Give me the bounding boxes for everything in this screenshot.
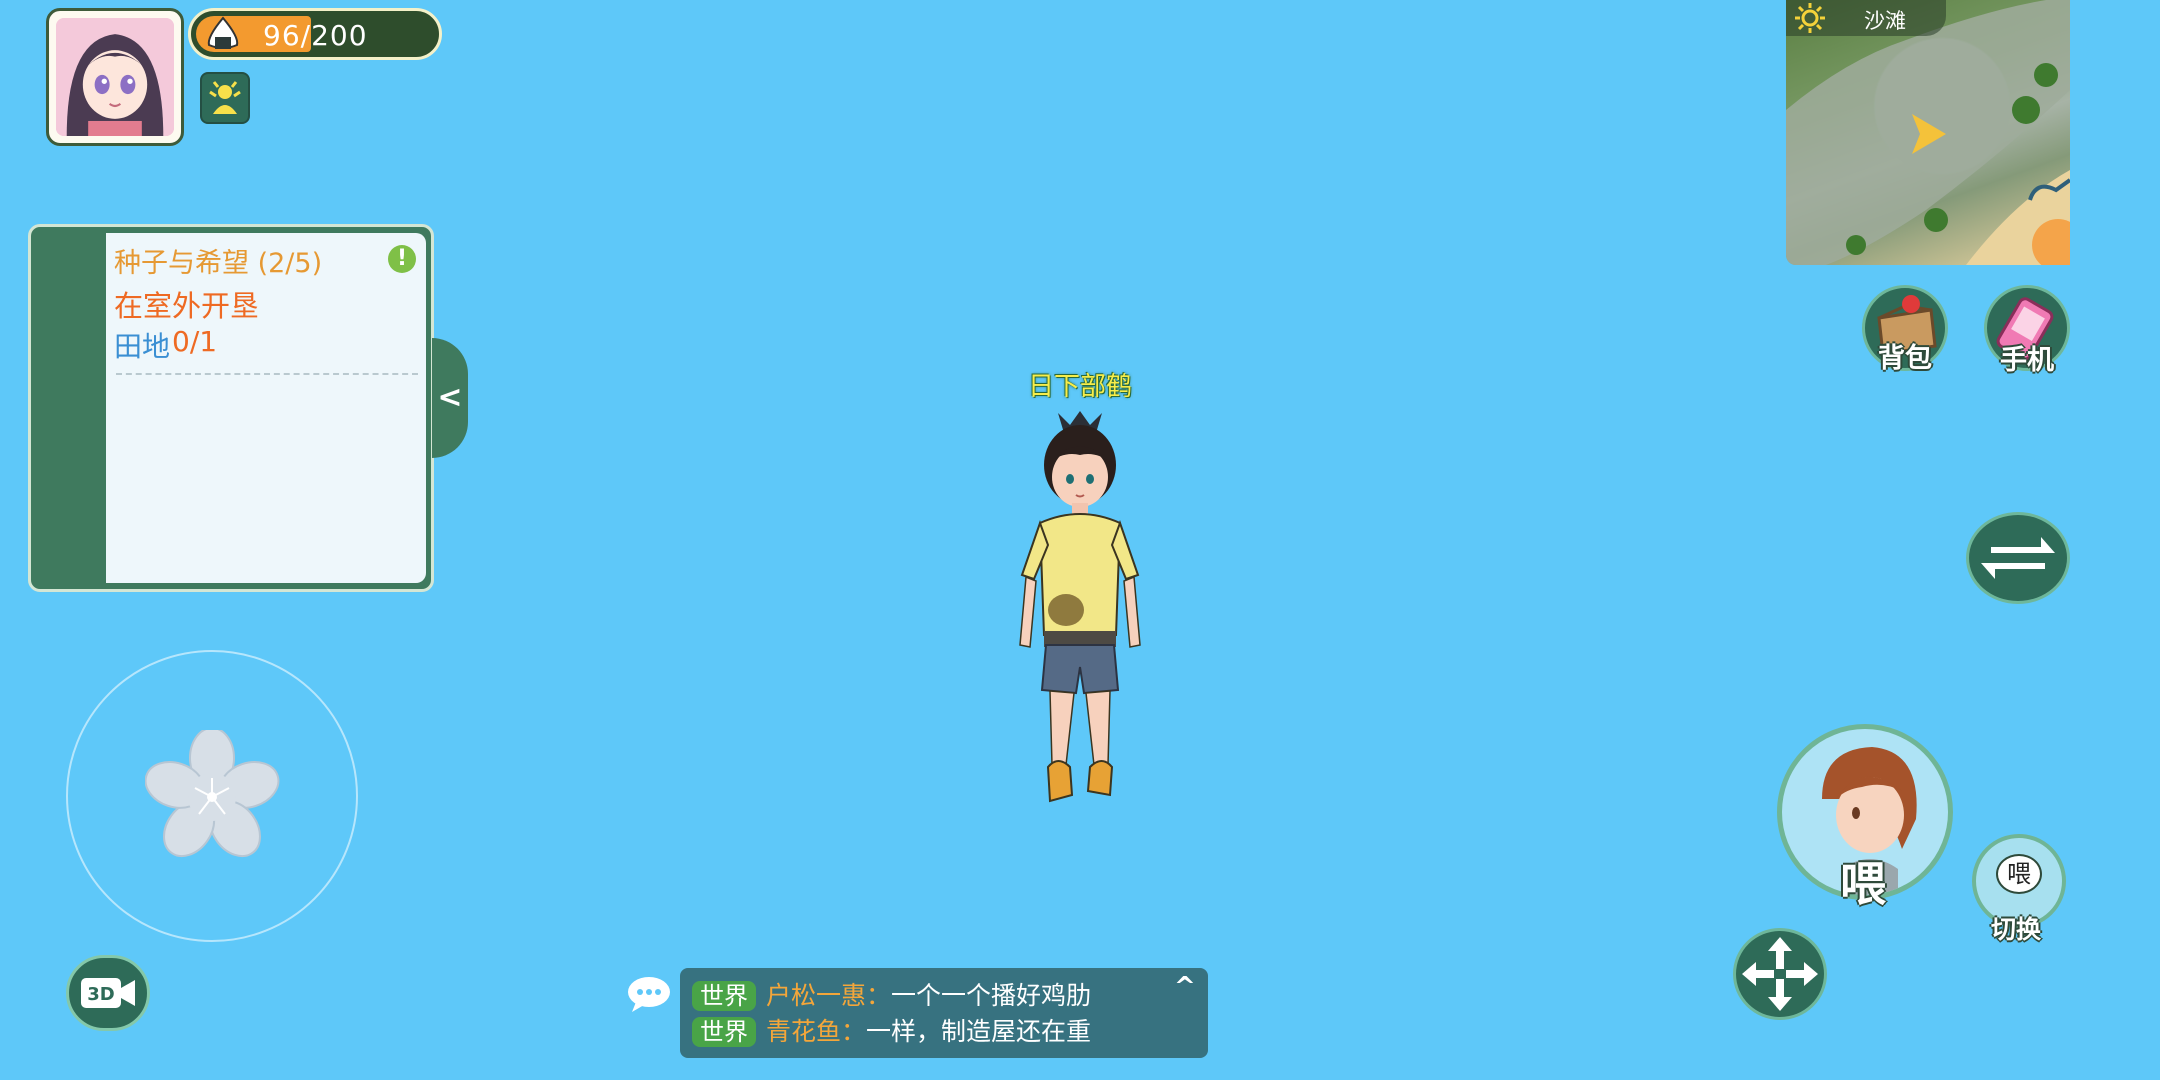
- chat-expand-button[interactable]: ^: [1174, 972, 1196, 1002]
- minimap-area-name: 沙滩: [1864, 9, 1906, 33]
- chat-message: 世界 户松一惠：一个一个播好鸡肋: [692, 976, 1091, 1012]
- chat-text: 一个一个播好鸡肋: [891, 981, 1092, 1010]
- chat-message: 世界 青花鱼：一样，制造屋还在重: [692, 1012, 1091, 1048]
- quest-title: 种子与希望 (2/5): [114, 248, 323, 279]
- quest-step: 在室外开垦: [114, 289, 260, 323]
- chat-box[interactable]: 世界 户松一惠：一个一个播好鸡肋 世界 青花鱼：一样，制造屋还在重 ^: [680, 968, 1208, 1058]
- switch-talk-label: 切换: [1990, 915, 2041, 944]
- swap-arrows-icon: [1981, 537, 2055, 579]
- chat-channel-tag: 世界: [692, 1017, 756, 1047]
- speech-bubble-icon: 喂: [1996, 854, 2042, 894]
- stamina-value: 96/200: [263, 19, 368, 52]
- switch-arrows-button[interactable]: [1966, 512, 2070, 604]
- sakura-joystick-knob-icon[interactable]: [144, 727, 280, 865]
- player-character[interactable]: [1000, 405, 1160, 825]
- chat-sender: 户松一惠：: [766, 981, 892, 1010]
- minimap[interactable]: 沙滩: [1786, 0, 2070, 265]
- talk-label: 喂: [1840, 857, 1886, 911]
- quest-page: 种子与希望 (2/5) ! 在室外开垦 田地 0/1: [106, 233, 426, 583]
- quest-target-label: 田地: [114, 330, 171, 363]
- rice-ball-icon: [203, 15, 243, 53]
- move-arrows-icon: [1742, 937, 1818, 1011]
- chat-sender: 青花鱼：: [766, 1017, 867, 1046]
- camera-3d-button[interactable]: 3D: [66, 955, 150, 1031]
- chat-text: 一样，制造屋还在重: [866, 1017, 1092, 1046]
- quest-divider: [116, 373, 418, 375]
- sun-icon: [1794, 2, 1826, 34]
- phone-label: 手机: [2000, 345, 2054, 376]
- quest-collapse-button[interactable]: <: [432, 338, 468, 458]
- player-position-arrow-icon: [1908, 112, 1948, 156]
- chat-channel-tag: 世界: [692, 981, 756, 1011]
- stamina-bar: 96/200: [188, 8, 442, 60]
- backpack-label: 背包: [1878, 343, 1932, 374]
- player-name: 日下部鹤: [1027, 372, 1132, 402]
- camera-3d-label: 3D: [87, 984, 114, 1005]
- buff-icon[interactable]: [200, 72, 250, 124]
- minimap-label-bar: 沙滩: [1786, 0, 1946, 36]
- chat-icon[interactable]: [626, 974, 672, 1014]
- player-avatar-button[interactable]: [46, 8, 184, 146]
- avatar: [56, 18, 174, 136]
- quest-alert-icon: !: [388, 245, 416, 273]
- quest-panel[interactable]: 种子与希望 (2/5) ! 在室外开垦 田地 0/1: [28, 224, 434, 592]
- quest-target-progress: 0/1: [172, 325, 218, 358]
- move-button[interactable]: [1733, 928, 1827, 1020]
